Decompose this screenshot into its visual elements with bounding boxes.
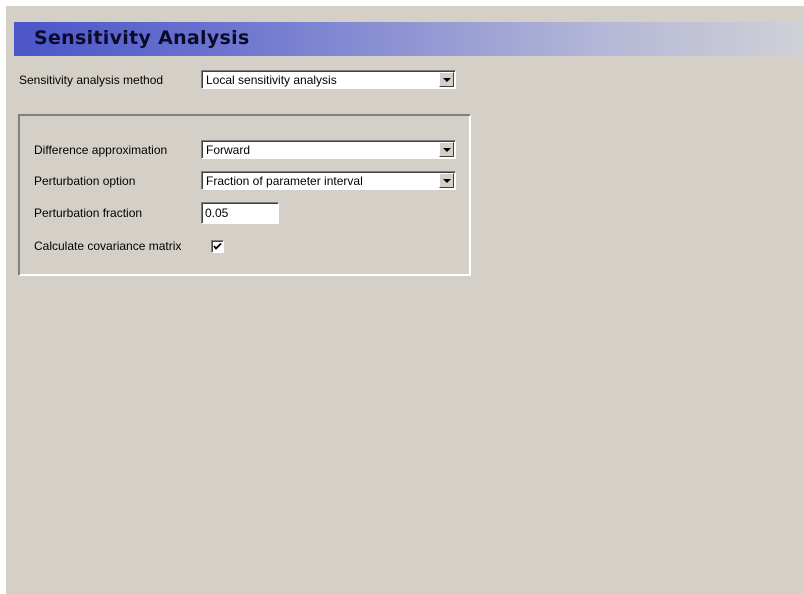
page-title: Sensitivity Analysis bbox=[34, 27, 250, 49]
perturbation-fraction-label: Perturbation fraction bbox=[34, 206, 143, 220]
covariance-matrix-label: Calculate covariance matrix bbox=[34, 239, 182, 253]
checkmark-icon bbox=[213, 242, 222, 250]
method-dropdown-button[interactable] bbox=[439, 72, 454, 87]
method-select[interactable]: Local sensitivity analysis bbox=[201, 70, 456, 89]
chevron-down-icon bbox=[443, 78, 451, 82]
perturbation-option-dropdown-button[interactable] bbox=[439, 173, 454, 188]
chevron-down-icon bbox=[443, 179, 451, 183]
perturbation-option-select[interactable]: Fraction of parameter interval bbox=[201, 171, 456, 190]
chevron-down-icon bbox=[443, 148, 451, 152]
difference-approximation-dropdown-button[interactable] bbox=[439, 142, 454, 157]
difference-approximation-select[interactable]: Forward bbox=[201, 140, 456, 159]
sensitivity-panel bbox=[6, 6, 804, 594]
method-label: Sensitivity analysis method bbox=[19, 73, 164, 87]
covariance-matrix-checkbox[interactable] bbox=[211, 240, 224, 253]
difference-approximation-label: Difference approximation bbox=[34, 143, 168, 157]
section-header: Sensitivity Analysis bbox=[14, 22, 804, 56]
difference-approximation-value: Forward bbox=[206, 143, 251, 157]
perturbation-option-label: Perturbation option bbox=[34, 174, 136, 188]
method-select-value: Local sensitivity analysis bbox=[206, 73, 337, 87]
perturbation-option-value: Fraction of parameter interval bbox=[206, 174, 363, 188]
perturbation-fraction-input[interactable] bbox=[201, 202, 279, 224]
